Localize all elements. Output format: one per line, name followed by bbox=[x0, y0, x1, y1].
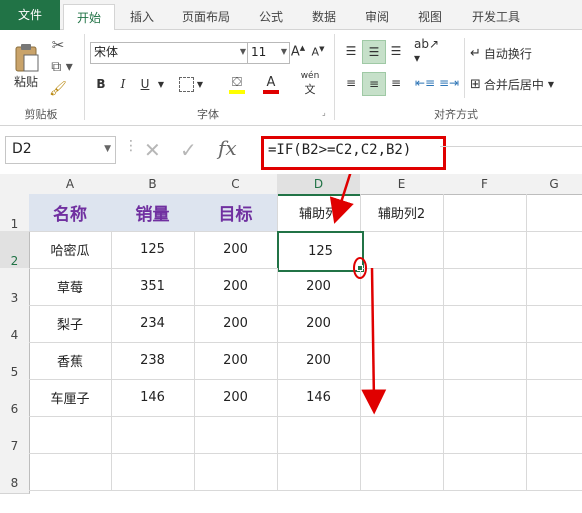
cut-button[interactable]: ✂ bbox=[48, 36, 68, 54]
align-middle-icon: ☰ bbox=[368, 45, 380, 59]
font-color-bar bbox=[263, 89, 279, 94]
increase-font-button[interactable]: A▲ bbox=[289, 42, 307, 62]
chevron-down-icon: ▼ bbox=[547, 79, 555, 89]
wrap-text-label: 自动换行 bbox=[483, 46, 532, 61]
merge-center-label: 合并后居中 bbox=[483, 77, 544, 92]
worksheet-grid: ABCDEFG 12345678 名称 销量 目标 辅助列 辅助列2 哈密瓜 125 200 1… bbox=[0, 174, 582, 513]
enter-check-icon[interactable]: ✓ bbox=[180, 138, 197, 162]
font-color-button[interactable]: A bbox=[256, 72, 286, 96]
align-center-icon: ≡ bbox=[368, 77, 380, 91]
align-left-icon: ≡ bbox=[345, 76, 357, 90]
font-color-icon: A bbox=[266, 74, 276, 90]
tab-review[interactable]: 审阅 bbox=[353, 4, 401, 30]
orientation-icon: ab↗ ▾ bbox=[414, 37, 440, 65]
tab-formulas[interactable]: 公式 bbox=[247, 4, 295, 30]
align-top-button[interactable]: ☰ bbox=[341, 40, 361, 62]
wrap-text-icon: ↵ bbox=[470, 45, 481, 61]
align-bottom-button[interactable]: ☰ bbox=[386, 40, 406, 62]
phonetic-label: wén bbox=[300, 71, 320, 81]
paste-icon bbox=[15, 43, 39, 71]
formula-bar: D2 ▼ ⋮ ✕ ✓ fx =IF(B2>=C2,C2,B2) bbox=[0, 126, 582, 174]
merge-center-button[interactable]: ⊞ 合并后居中 ▼ bbox=[470, 73, 582, 95]
fill-color-button[interactable]: ⛋ bbox=[220, 72, 254, 96]
ribbon-separator bbox=[464, 38, 465, 98]
phonetic-button[interactable]: wén 文 bbox=[296, 71, 324, 96]
chevron-down-icon: ▼ bbox=[280, 47, 287, 56]
dialog-launcher-icon[interactable]: ⌟ bbox=[322, 108, 326, 117]
clipboard-group-label: 剪贴板 bbox=[24, 108, 58, 121]
paste-button[interactable]: 粘贴 bbox=[8, 36, 44, 96]
font-name-select[interactable]: 宋体 ▼ bbox=[90, 42, 249, 64]
fill-color-bar bbox=[229, 89, 245, 94]
annotation-overlay bbox=[329, 174, 387, 415]
align-left-button[interactable]: ≡ bbox=[341, 72, 361, 94]
phonetic-icon: 文 bbox=[304, 83, 316, 96]
wrap-text-button[interactable]: ↵ 自动换行 bbox=[470, 42, 570, 64]
ribbon-separator bbox=[84, 34, 85, 120]
underline-dropdown[interactable]: ▼ bbox=[156, 74, 166, 94]
tab-data[interactable]: 数据 bbox=[300, 4, 348, 30]
name-box-value: D2 bbox=[12, 141, 32, 157]
paint-bucket-icon: ⛋ bbox=[232, 74, 242, 90]
copy-button[interactable]: ⧉ ▾ bbox=[48, 58, 76, 76]
increase-indent-icon: ≡⇥ bbox=[438, 76, 460, 90]
font-name-value: 宋体 bbox=[94, 45, 119, 59]
chevron-down-icon: ▼ bbox=[239, 47, 246, 56]
format-painter-button[interactable]: 🖌 bbox=[48, 80, 68, 98]
align-top-icon: ☰ bbox=[345, 44, 357, 58]
tab-file[interactable]: 文件 bbox=[0, 0, 60, 30]
decrease-indent-icon: ⇤≡ bbox=[414, 76, 436, 90]
font-group-label: 字体 bbox=[197, 108, 219, 121]
increase-indent-button[interactable]: ≡⇥ bbox=[438, 72, 460, 94]
tab-insert[interactable]: 插入 bbox=[117, 4, 167, 30]
increase-font-icon: A▲ bbox=[290, 44, 306, 60]
align-middle-button[interactable]: ☰ bbox=[362, 40, 386, 64]
tab-page-layout[interactable]: 页面布局 bbox=[170, 4, 242, 30]
merge-icon: ⊞ bbox=[470, 76, 481, 92]
paste-label: 粘贴 bbox=[13, 74, 38, 89]
decrease-indent-button[interactable]: ⇤≡ bbox=[414, 72, 436, 94]
align-right-button[interactable]: ≡ bbox=[386, 72, 406, 94]
align-right-icon: ≡ bbox=[390, 76, 402, 90]
tab-view[interactable]: 视图 bbox=[406, 4, 454, 30]
tab-developer[interactable]: 开发工具 bbox=[460, 4, 532, 30]
chevron-down-icon: ▼ bbox=[104, 144, 111, 154]
scissors-icon: ✂ bbox=[51, 36, 65, 54]
ribbon-separator bbox=[334, 34, 335, 120]
italic-button[interactable]: I bbox=[114, 74, 132, 94]
align-bottom-icon: ☰ bbox=[390, 44, 402, 58]
brush-icon: 🖌 bbox=[49, 81, 67, 97]
tab-home[interactable]: 开始 bbox=[63, 4, 115, 32]
alignment-group-label: 对齐方式 bbox=[434, 108, 478, 121]
font-size-value: 11 bbox=[251, 45, 267, 59]
underline-button[interactable]: U bbox=[136, 74, 154, 94]
formula-bar-line bbox=[440, 146, 582, 147]
annotation-arrow bbox=[361, 267, 387, 415]
border-icon bbox=[178, 76, 194, 92]
font-size-select[interactable]: 11 ▼ bbox=[247, 42, 290, 64]
copy-icon: ⧉ ▾ bbox=[51, 59, 73, 75]
ribbon-tab-bar: 文件 开始 插入 页面布局 公式 数据 审阅 视图 开发工具 bbox=[0, 0, 582, 32]
borders-button[interactable]: ▼ bbox=[176, 74, 206, 94]
name-box[interactable]: D2 ▼ bbox=[5, 136, 116, 164]
chevron-down-icon: ▼ bbox=[157, 79, 165, 89]
more-icon: ⋮ bbox=[124, 138, 138, 154]
formula-input[interactable]: =IF(B2>=C2,C2,B2) bbox=[261, 136, 446, 170]
align-center-button[interactable]: ≡ bbox=[362, 72, 386, 96]
annotation-arrow bbox=[329, 174, 354, 224]
decrease-font-button[interactable]: A▼ bbox=[309, 42, 327, 62]
insert-function-button[interactable]: fx bbox=[218, 136, 237, 160]
cancel-icon[interactable]: ✕ bbox=[144, 138, 161, 162]
decrease-font-icon: A▼ bbox=[311, 45, 325, 59]
bold-button[interactable]: B bbox=[92, 74, 110, 94]
fill-handle[interactable] bbox=[357, 265, 363, 271]
orientation-button[interactable]: ab↗ ▾ bbox=[414, 37, 444, 65]
ribbon: 粘贴 ✂ ⧉ ▾ 🖌 剪贴板 宋体 ▼ 11 ▼ A▲ A▼ B I U ▼ ▼… bbox=[0, 30, 582, 126]
